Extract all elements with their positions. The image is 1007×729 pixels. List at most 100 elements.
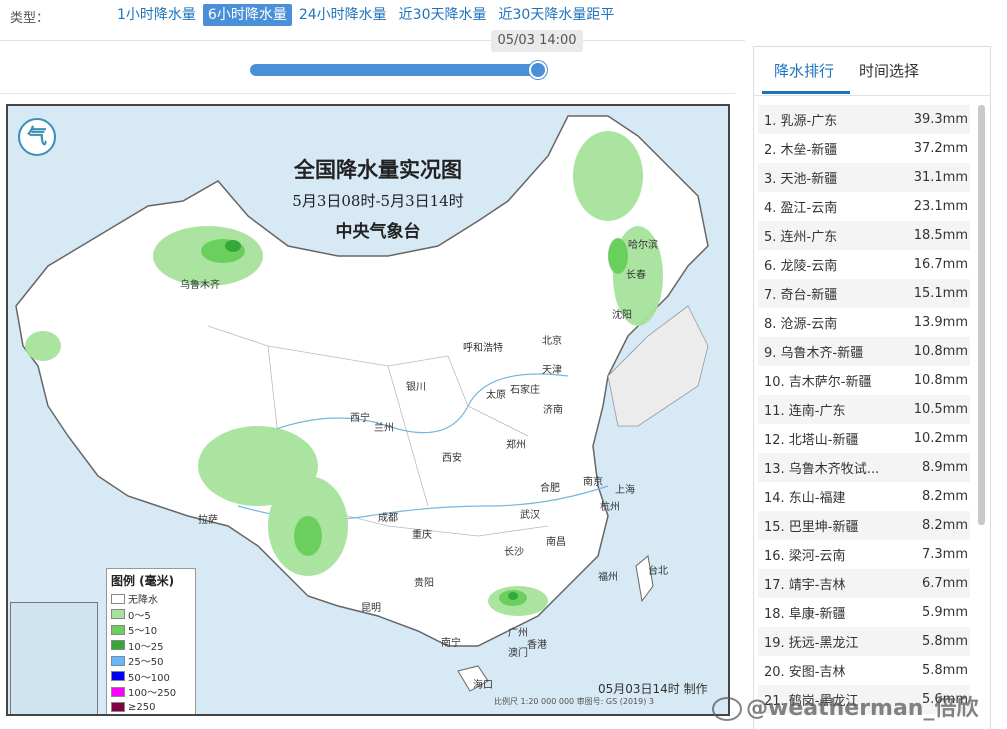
legend-label: 100～250	[128, 688, 177, 700]
city-label: 长沙	[504, 547, 524, 558]
station-name: 3. 天池-新疆	[764, 172, 838, 187]
precip-value: 6.7mm	[921, 576, 968, 591]
ranking-row[interactable]: 4. 盈江-云南 23.1mm	[758, 192, 970, 221]
ranking-row[interactable]: 1. 乳源-广东 39.3mm	[758, 105, 970, 134]
precip-value: 31.1mm	[913, 170, 968, 185]
precipitation-map: 气 全国降水量实况图 5月3日08时-5月3日14时 中央气象台 乌鲁木齐 哈尔滨…	[6, 104, 730, 716]
station-name: 17. 靖宇-吉林	[764, 578, 846, 593]
station-name: 14. 东山-福建	[764, 491, 846, 506]
city-label: 武汉	[520, 510, 540, 521]
ranking-row[interactable]: 3. 天池-新疆 31.1mm	[758, 163, 970, 192]
city-label: 成都	[378, 513, 398, 524]
time-slider[interactable]	[250, 61, 548, 79]
ranking-row[interactable]: 16. 梁河-云南 7.3mm	[758, 540, 970, 569]
scale-text: 比例尺 1:20 000 000 审图号: GS (2019) 3	[494, 697, 654, 706]
legend-item: 0～5	[111, 607, 191, 623]
precip-value: 18.5mm	[913, 228, 968, 243]
tab-precip-ranking[interactable]: 降水排行	[774, 60, 834, 81]
ranking-row[interactable]: 14. 东山-福建 8.2mm	[758, 482, 970, 511]
type-label: 类型：	[10, 11, 50, 26]
watermark-text: @weatherman_倍欣	[746, 696, 979, 721]
slider-thumb[interactable]	[529, 61, 548, 79]
station-name: 20. 安图-吉林	[764, 665, 846, 680]
weibo-icon	[712, 697, 742, 721]
city-label: 福州	[598, 572, 618, 583]
type-tab[interactable]: 1小时降水量	[112, 4, 201, 26]
city-label: 杭州	[600, 502, 620, 513]
station-name: 16. 梁河-云南	[764, 549, 846, 564]
ranking-row[interactable]: 15. 巴里坤-新疆 8.2mm	[758, 511, 970, 540]
ranking-row[interactable]: 13. 乌鲁木齐牧试... 8.9mm	[758, 453, 970, 482]
legend-label: 0～5	[128, 610, 151, 622]
type-tab[interactable]: 近30天降水量	[394, 4, 492, 26]
side-tabs: 降水排行 时间选择	[754, 47, 990, 96]
legend-label: ≥250	[128, 701, 156, 713]
legend-item: 无降水	[111, 591, 191, 607]
legend-swatch	[111, 702, 125, 713]
city-label: 香港	[527, 640, 547, 651]
legend-item: ≥250	[111, 700, 191, 715]
south-china-sea-inset	[10, 602, 98, 714]
precip-value: 23.1mm	[913, 199, 968, 214]
station-name: 5. 连州-广东	[764, 230, 838, 245]
type-tab[interactable]: 6小时降水量	[202, 4, 292, 26]
tab-time-select[interactable]: 时间选择	[859, 60, 919, 81]
legend-label: 50～100	[128, 672, 170, 684]
city-label: 台北	[648, 566, 668, 577]
legend-item: 50～100	[111, 669, 191, 685]
precip-value: 8.2mm	[921, 489, 968, 504]
city-label: 南昌	[546, 537, 566, 548]
precip-value: 5.9mm	[921, 605, 968, 620]
ranking-row[interactable]: 19. 抚远-黑龙江 5.8mm	[758, 627, 970, 656]
legend-title: 图例 (毫米)	[111, 574, 175, 588]
city-label: 昆明	[361, 603, 381, 614]
ranking-row[interactable]: 17. 靖宇-吉林 6.7mm	[758, 569, 970, 598]
ranking-row[interactable]: 9. 乌鲁木齐-新疆 10.8mm	[758, 337, 970, 366]
station-name: 2. 木垒-新疆	[764, 143, 838, 158]
city-label: 拉萨	[198, 515, 218, 526]
legend-swatch	[111, 640, 125, 651]
legend-swatch	[111, 655, 125, 666]
type-tab[interactable]: 24小时降水量	[294, 4, 392, 26]
precip-value: 15.1mm	[913, 286, 968, 301]
ranking-row[interactable]: 8. 沧源-云南 13.9mm	[758, 308, 970, 337]
ranking-row[interactable]: 11. 连南-广东 10.5mm	[758, 395, 970, 424]
time-tooltip: 05/03 14:00	[491, 30, 583, 52]
ranking-row[interactable]: 18. 阜康-新疆 5.9mm	[758, 598, 970, 627]
city-label: 合肥	[540, 483, 560, 494]
station-name: 6. 龙陵-云南	[764, 259, 838, 274]
precip-value: 10.2mm	[913, 431, 968, 446]
station-name: 11. 连南-广东	[764, 404, 846, 419]
active-tab-underline	[762, 91, 850, 94]
ranking-row[interactable]: 12. 北塔山-新疆 10.2mm	[758, 424, 970, 453]
map-legend: 图例 (毫米) 无降水 0～5 5～10 10～25 25～50 50～100 100～25…	[106, 568, 196, 715]
ranking-scrollbar[interactable]	[978, 105, 985, 525]
legend-swatch	[111, 671, 125, 682]
type-bar: 类型： 1小时降水量 6小时降水量 24小时降水量 近30天降水量 近30天降水量距平	[0, 0, 1007, 34]
station-name: 13. 乌鲁木齐牧试...	[764, 462, 880, 477]
station-name: 15. 巴里坤-新疆	[764, 520, 859, 535]
city-label: 南京	[583, 477, 603, 488]
sub-divider	[0, 93, 735, 94]
city-label: 乌鲁木齐	[180, 280, 220, 291]
precip-value: 5.8mm	[921, 634, 968, 649]
ranking-row[interactable]: 6. 龙陵-云南 16.7mm	[758, 250, 970, 279]
type-tabs: 1小时降水量 6小时降水量 24小时降水量 近30天降水量 近30天降水量距平	[112, 4, 621, 26]
precip-value: 37.2mm	[913, 141, 968, 156]
city-label: 上海	[615, 485, 635, 496]
type-tab[interactable]: 近30天降水量距平	[494, 4, 620, 26]
legend-item: 25～50	[111, 653, 191, 669]
city-label: 南宁	[441, 638, 461, 649]
ranking-row[interactable]: 20. 安图-吉林 5.8mm	[758, 656, 970, 685]
city-label: 澳门	[508, 648, 528, 659]
ranking-row[interactable]: 2. 木垒-新疆 37.2mm	[758, 134, 970, 163]
city-label: 北京	[542, 336, 562, 347]
ranking-row[interactable]: 7. 奇台-新疆 15.1mm	[758, 279, 970, 308]
cma-logo: 气	[18, 118, 56, 156]
city-label: 贵阳	[414, 578, 434, 589]
ranking-row[interactable]: 10. 吉木萨尔-新疆 10.8mm	[758, 366, 970, 395]
ranking-row[interactable]: 5. 连州-广东 18.5mm	[758, 221, 970, 250]
station-name: 10. 吉木萨尔-新疆	[764, 375, 872, 390]
city-label: 呼和浩特	[463, 343, 503, 354]
watermark: @weatherman_倍欣	[712, 690, 978, 722]
